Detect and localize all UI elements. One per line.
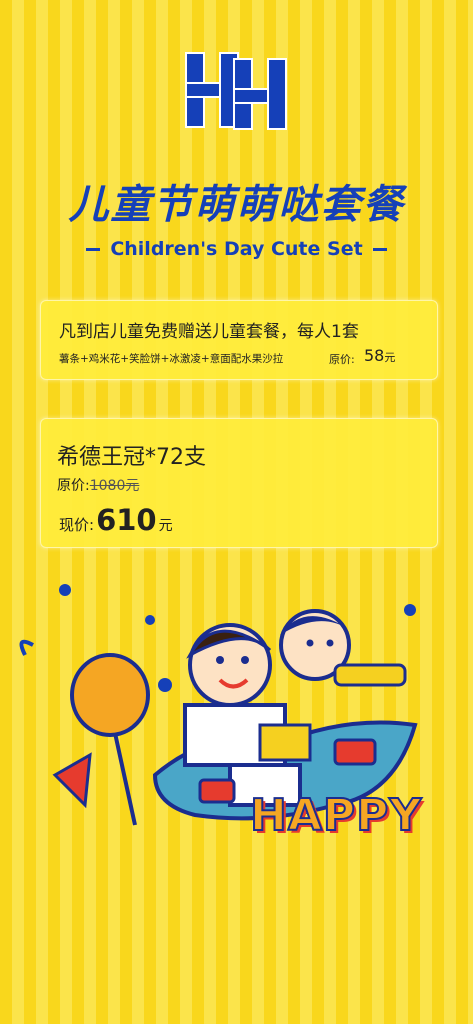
original-price: 原价:1080元 (57, 475, 139, 495)
offer-card: 凡到店儿童免费赠送儿童套餐，每人1套 薯条+鸡米花+笑脸饼+冰激凌+意面配水果沙… (40, 300, 438, 380)
offer-price-value: 58 (364, 346, 385, 365)
divider (372, 247, 387, 251)
current-price-value: 610 (96, 503, 157, 537)
current-price: 现价: 610 元 (59, 503, 173, 537)
logo (180, 45, 290, 135)
product-name: 希德王冠*72支 (57, 445, 206, 470)
original-price-value: 1080元 (89, 478, 140, 494)
product-card: 希德王冠*72支 原价:1080元 现价: 610 元 (40, 418, 438, 548)
page-title: 儿童节萌萌哒套餐 (68, 182, 405, 228)
current-price-label: 现价: (59, 516, 95, 534)
hh-monogram-logo-icon (185, 52, 287, 130)
offer-headline: 凡到店儿童免费赠送儿童套餐，每人1套 (59, 322, 359, 342)
subtitle: Children's Day Cute Set (110, 238, 363, 260)
original-price-label: 原价: (57, 478, 90, 494)
offer-items: 薯条+鸡米花+笑脸饼+冰激凌+意面配水果沙拉 (59, 353, 284, 365)
happy-banner: HAPPY (249, 789, 423, 842)
subtitle-row: Children's Day Cute Set (0, 238, 473, 260)
offer-price: 58元 (364, 346, 395, 365)
current-price-unit: 元 (158, 518, 173, 534)
divider (86, 247, 101, 251)
offer-price-label: 原价: (329, 353, 355, 366)
offer-price-unit: 元 (384, 351, 396, 364)
